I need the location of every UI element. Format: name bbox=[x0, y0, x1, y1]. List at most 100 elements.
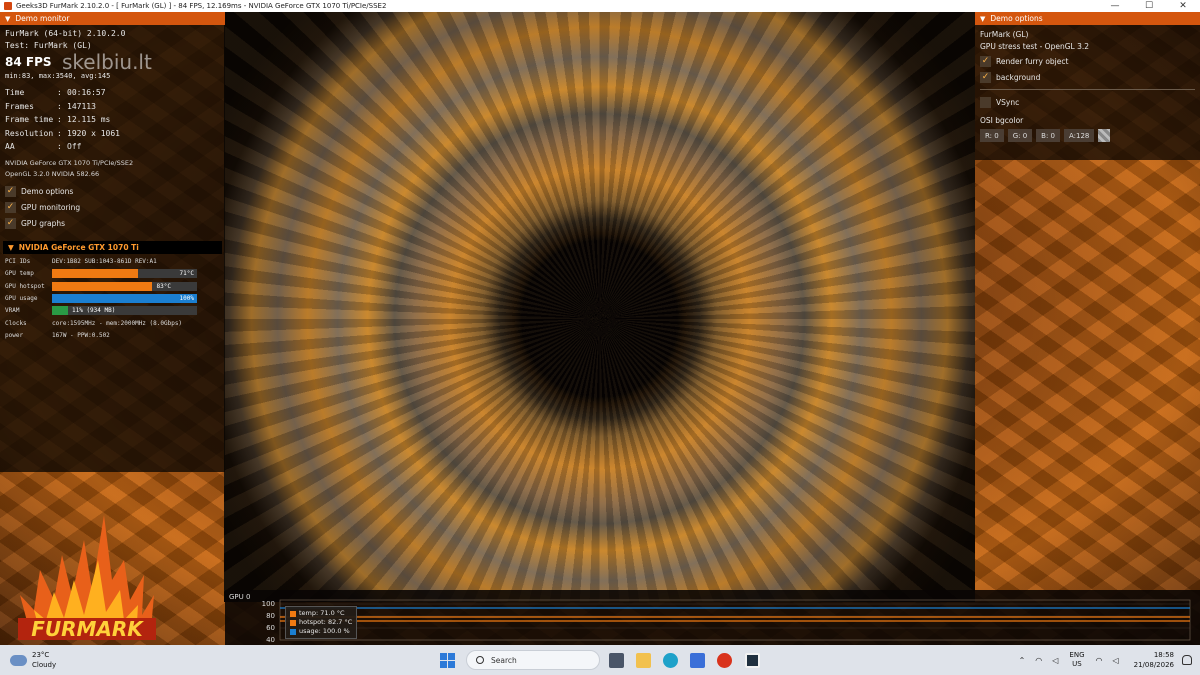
checkmark-icon[interactable]: ✓ bbox=[980, 55, 991, 67]
gpu-temp-bar: 71°C bbox=[52, 269, 197, 279]
gpu-row-usage: GPU usage 100% bbox=[5, 292, 220, 304]
collapse-triangle-icon: ▼ bbox=[980, 14, 986, 23]
gpu-row-label: GPU hotspot bbox=[5, 282, 45, 290]
gpu-section-header[interactable]: ▼ NVIDIA GeForce GTX 1070 Ti bbox=[3, 240, 222, 254]
background-toggle[interactable]: ✓ background bbox=[980, 69, 1195, 85]
gpu-row-label: PCI IDs bbox=[5, 258, 31, 266]
watermark-text: skelbiu.lt bbox=[62, 50, 152, 74]
checkmark-icon[interactable]: ✓ bbox=[980, 71, 991, 83]
checkbox-label: Demo options bbox=[21, 187, 74, 196]
color-swatch[interactable] bbox=[1098, 129, 1111, 142]
render-furry-toggle[interactable]: ✓ Render furry object bbox=[980, 53, 1195, 69]
green-channel-input[interactable]: G: 0 bbox=[1007, 129, 1033, 142]
gpu-usage-bar-fill bbox=[52, 294, 197, 304]
wifi-icon[interactable]: ◠ bbox=[1096, 656, 1103, 665]
system-tray: ⌃ ◠ ◁ ENG US ◠ ◁ 18:58 21/08/2026 bbox=[1014, 645, 1200, 675]
weather-condition: Cloudy bbox=[32, 661, 57, 669]
notification-bell-icon[interactable] bbox=[1182, 655, 1192, 665]
demo-monitor-panel: ▼ Demo monitor FurMark (64-bit) 2.10.2.0… bbox=[0, 12, 225, 472]
windows-taskbar: 23°C Cloudy Search ⌃ ◠ ◁ ENG US ◠ ◁ 18:5… bbox=[0, 645, 1200, 675]
gpu-row-pci: PCI IDs DEV:1B82 SUB:1043-861D REV:A1 bbox=[5, 256, 220, 268]
gpu-monitoring-toggle[interactable]: ✓ GPU monitoring bbox=[5, 200, 220, 216]
vsync-checkbox[interactable] bbox=[980, 96, 991, 108]
furmark-taskbar-icon[interactable] bbox=[717, 653, 732, 668]
stat-label: Frames bbox=[5, 101, 34, 111]
opengl-info: OpenGL 3.2.0 NVIDIA 582.66 bbox=[5, 169, 100, 178]
edge-browser-icon[interactable] bbox=[663, 653, 678, 668]
checkmark-icon[interactable]: ✓ bbox=[5, 202, 16, 213]
furmark-logo: FURMARK bbox=[18, 515, 156, 641]
weather-widget[interactable]: 23°C Cloudy bbox=[10, 650, 56, 670]
demo-monitor-header[interactable]: ▼ Demo monitor bbox=[0, 12, 225, 25]
taskbar-search[interactable]: Search bbox=[466, 650, 600, 670]
legend-label: hotspot: 82.7 °C bbox=[299, 618, 353, 626]
start-button[interactable] bbox=[440, 653, 455, 668]
vsync-toggle[interactable]: VSync bbox=[980, 94, 1195, 110]
store-icon[interactable] bbox=[690, 653, 705, 668]
cloud-icon bbox=[10, 654, 27, 666]
gpu-row-label: GPU temp bbox=[5, 270, 34, 278]
clock-time: 18:58 bbox=[1153, 651, 1174, 659]
chevron-up-icon[interactable]: ⌃ bbox=[1019, 656, 1026, 665]
app-version-line: FurMark (64-bit) 2.10.2.0 bbox=[5, 29, 126, 38]
maximize-button[interactable]: ☐ bbox=[1132, 0, 1166, 12]
stat-value: 12.115 ms bbox=[67, 115, 111, 124]
volume-icon[interactable]: ◁ bbox=[1052, 656, 1058, 665]
demo-options-panel: ▼ Demo options FurMark (GL) GPU stress t… bbox=[975, 12, 1200, 160]
gpu-row-vram: VRAM 11% (934 MB) bbox=[5, 305, 220, 317]
stats-grid: Time:00:16:57 Frames:147113 Frame time:1… bbox=[5, 86, 220, 154]
gpu-hotspot-bar: 83°C bbox=[52, 281, 197, 291]
gpu-vram-bar-fill bbox=[52, 306, 68, 316]
window-titlebar: Geeks3D FurMark 2.10.2.0 - [ FurMark (GL… bbox=[0, 0, 1200, 12]
gpu-monitor-table: PCI IDs DEV:1B82 SUB:1043-861D REV:A1 GP… bbox=[0, 254, 225, 344]
legend-swatch bbox=[290, 619, 296, 626]
language-indicator[interactable]: ENG US bbox=[1069, 651, 1084, 669]
stat-value: Off bbox=[67, 142, 82, 151]
clock-date: 21/08/2026 bbox=[1133, 661, 1174, 669]
gpu-row-clocks: Clocks core:1595MHz - mem:2000MHz (8.0Gb… bbox=[5, 317, 220, 329]
gpu-temp-value: 71°C bbox=[179, 270, 194, 278]
alpha-channel-input[interactable]: A:128 bbox=[1064, 129, 1095, 142]
legend-swatch bbox=[290, 628, 296, 635]
furmark-window-icon[interactable] bbox=[745, 653, 760, 668]
graph-legend: temp: 71.0 °C hotspot: 82.7 °C usage: 10… bbox=[285, 606, 358, 639]
checkmark-icon[interactable]: ✓ bbox=[5, 218, 16, 229]
gpu-usage-bar: 100% bbox=[52, 294, 197, 304]
minimize-button[interactable]: — bbox=[1098, 0, 1132, 12]
gpu-row-value: DEV:1B82 SUB:1043-861D REV:A1 bbox=[52, 258, 157, 266]
graph-frame bbox=[279, 599, 1191, 641]
stat-value: 1920 x 1061 bbox=[67, 128, 120, 138]
demo-monitor-title: Demo monitor bbox=[15, 14, 70, 23]
checkbox-label: VSync bbox=[996, 97, 1020, 107]
file-explorer-icon[interactable] bbox=[636, 653, 651, 668]
gpu-row-hotspot: GPU hotspot 83°C bbox=[5, 280, 220, 292]
close-button[interactable]: ✕ bbox=[1166, 0, 1200, 12]
red-channel-input[interactable]: R: 0 bbox=[980, 129, 1004, 142]
legend-label: temp: 71.0 °C bbox=[299, 609, 345, 617]
graph-y-tick: 80 bbox=[266, 612, 275, 620]
gpu-row-label: VRAM bbox=[5, 307, 20, 315]
osi-bgcolor-fields: R: 0 G: 0 B: 0 A:128 bbox=[980, 129, 1195, 142]
search-icon bbox=[476, 656, 484, 664]
gpu-row-power: power 167W - PPW:0.502 bbox=[5, 329, 220, 341]
checkbox-label: Render furry object bbox=[996, 56, 1069, 66]
language-code: ENG bbox=[1069, 651, 1085, 659]
gpu-graph-svg: 100 80 60 40 bbox=[262, 599, 1191, 644]
window-title: Geeks3D FurMark 2.10.2.0 - [ FurMark (GL… bbox=[16, 2, 387, 10]
furmark-app-icon bbox=[4, 2, 12, 10]
svg-text:FURMARK: FURMARK bbox=[31, 617, 144, 641]
gpu-vram-value: 11% (934 MB) bbox=[72, 307, 116, 315]
task-view-icon[interactable] bbox=[609, 653, 624, 668]
speaker-icon[interactable]: ◁ bbox=[1112, 656, 1118, 665]
clock[interactable]: 18:58 21/08/2026 bbox=[1134, 650, 1174, 670]
checkmark-icon[interactable]: ✓ bbox=[5, 186, 16, 197]
demo-options-header[interactable]: ▼ Demo options bbox=[975, 12, 1200, 25]
demo-options-toggle[interactable]: ✓ Demo options bbox=[5, 184, 220, 200]
gpu-graphs-toggle[interactable]: ✓ GPU graphs bbox=[5, 216, 220, 232]
legend-item-usage: usage: 100.0 % bbox=[290, 627, 352, 636]
search-placeholder: Search bbox=[491, 655, 517, 665]
network-icon[interactable]: ◠ bbox=[1035, 656, 1042, 665]
blue-channel-input[interactable]: B: 0 bbox=[1036, 129, 1060, 142]
demo-description: GPU stress test - OpenGL 3.2 bbox=[980, 42, 1089, 51]
stat-value: 00:16:57 bbox=[67, 88, 106, 97]
